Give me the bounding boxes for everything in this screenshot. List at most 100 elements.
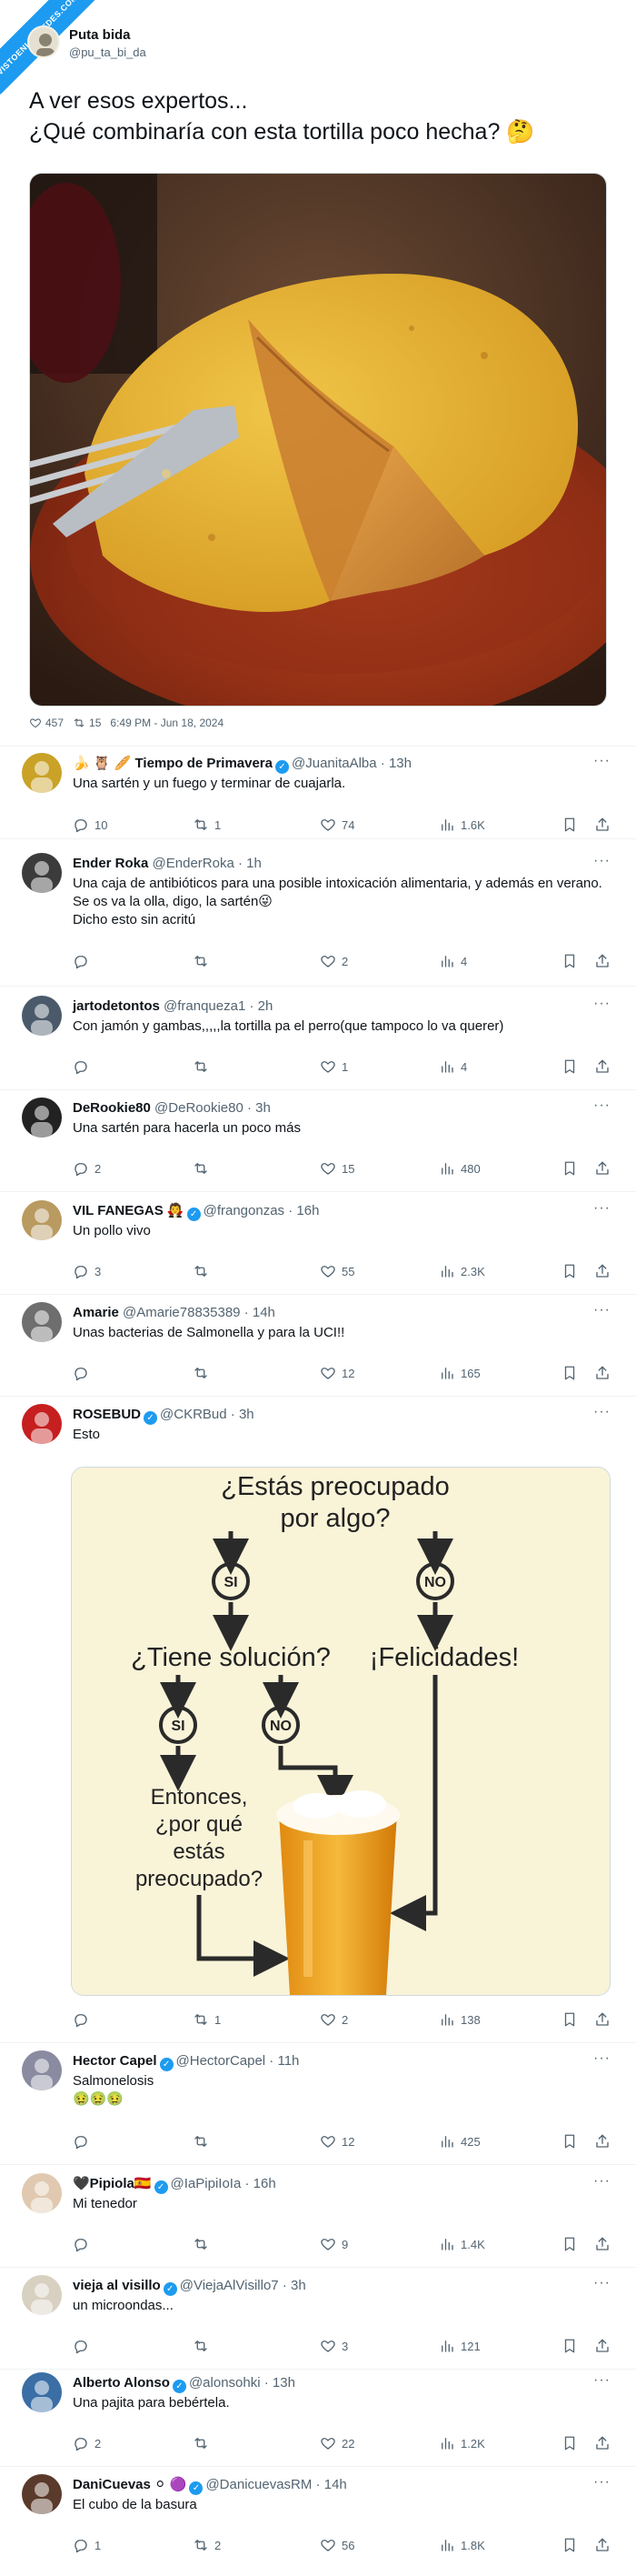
reply-avatar[interactable]: [22, 2173, 62, 2213]
reply-avatar[interactable]: [22, 2275, 62, 2315]
retweet-button[interactable]: 1: [193, 817, 221, 833]
more-options-icon[interactable]: ···: [593, 2474, 611, 2491]
more-options-icon[interactable]: ···: [593, 1302, 611, 1318]
retweet-button[interactable]: [193, 1058, 214, 1075]
views-button[interactable]: 121: [439, 2338, 481, 2354]
more-options-icon[interactable]: ···: [593, 2173, 611, 2190]
reply-author-name[interactable]: Hector Capel: [73, 2053, 157, 2069]
views-button[interactable]: 4: [439, 1058, 467, 1075]
bookmark-button[interactable]: [561, 2133, 578, 2150]
reply-avatar[interactable]: [22, 2050, 62, 2090]
like-button[interactable]: 3: [320, 2338, 348, 2354]
reply-avatar[interactable]: [22, 2474, 62, 2514]
reply-button[interactable]: [73, 953, 94, 969]
like-button[interactable]: 55: [320, 1263, 354, 1279]
reply-author-handle[interactable]: @DeRookie80: [154, 1100, 243, 1116]
like-button[interactable]: 12: [320, 1365, 354, 1381]
reply-avatar[interactable]: [22, 753, 62, 793]
views-button[interactable]: 165: [439, 1365, 481, 1381]
reply-button[interactable]: 2: [73, 1160, 101, 1177]
reply-author-handle[interactable]: @HectorCapel: [176, 2053, 266, 2069]
retweet-button[interactable]: [193, 2435, 214, 2451]
reply-author-handle[interactable]: @ViejaAlVisillo7: [180, 2278, 279, 2293]
share-button[interactable]: [594, 2338, 611, 2354]
reply-image-flowchart[interactable]: ¿Estás preocupado por algo? ¿Tiene soluc…: [71, 1467, 611, 1996]
reply-button[interactable]: 10: [73, 817, 107, 833]
reply-author-name[interactable]: VIL FANEGAS 🧛: [73, 1203, 184, 1218]
bookmark-button[interactable]: [561, 1058, 578, 1075]
more-options-icon[interactable]: ···: [593, 996, 611, 1012]
bookmark-button[interactable]: [561, 953, 578, 969]
reply-time[interactable]: 14h: [324, 2477, 347, 2492]
reply-author-name[interactable]: DaniCuevas ⚪ 🟣: [73, 2477, 186, 2492]
views-button[interactable]: 138: [439, 2011, 481, 2028]
views-button[interactable]: 1.6K: [439, 817, 485, 833]
like-button[interactable]: 15: [320, 1160, 354, 1177]
like-button[interactable]: 2: [320, 2011, 348, 2028]
retweet-button[interactable]: 2: [193, 2537, 221, 2553]
reply-author-handle[interactable]: @franqueza1: [164, 998, 245, 1014]
reply-time[interactable]: 16h: [253, 2176, 276, 2191]
reply-button[interactable]: 2: [73, 2435, 101, 2451]
more-options-icon[interactable]: ···: [593, 2372, 611, 2389]
retweet-button[interactable]: [193, 1160, 214, 1177]
author-avatar[interactable]: [27, 25, 60, 58]
views-button[interactable]: 425: [439, 2133, 481, 2150]
reply-author-handle[interactable]: @CKRBud: [160, 1407, 227, 1422]
views-button[interactable]: 1.2K: [439, 2435, 485, 2451]
like-button[interactable]: 1: [320, 1058, 348, 1075]
share-button[interactable]: [594, 1160, 611, 1177]
like-button[interactable]: 22: [320, 2435, 354, 2451]
reply-avatar[interactable]: [22, 2372, 62, 2412]
reply-time[interactable]: 1h: [246, 856, 262, 871]
reply-time[interactable]: 11h: [277, 2053, 299, 2069]
reply-button[interactable]: [73, 2011, 94, 2028]
likes-count[interactable]: 457: [29, 717, 64, 729]
reply-time[interactable]: 3h: [239, 1407, 254, 1422]
retweet-button[interactable]: [193, 1365, 214, 1381]
reply-author-handle[interactable]: @Amarie78835389: [123, 1305, 240, 1320]
reply-author-handle[interactable]: @DanicuevasRM: [205, 2477, 312, 2492]
retweet-button[interactable]: [193, 2133, 214, 2150]
reply-avatar[interactable]: [22, 853, 62, 893]
more-options-icon[interactable]: ···: [593, 2275, 611, 2291]
more-options-icon[interactable]: ···: [593, 1200, 611, 1217]
reply-author-name[interactable]: vieja al visillo: [73, 2278, 161, 2293]
share-button[interactable]: [594, 953, 611, 969]
share-button[interactable]: [594, 2133, 611, 2150]
reply-time[interactable]: 13h: [273, 2375, 295, 2391]
reply-time[interactable]: 13h: [389, 756, 412, 771]
reply-time[interactable]: 3h: [255, 1100, 271, 1116]
like-button[interactable]: 56: [320, 2537, 354, 2553]
tortilla-photo[interactable]: [29, 173, 607, 707]
reply-avatar[interactable]: [22, 1302, 62, 1342]
share-button[interactable]: [594, 1263, 611, 1279]
share-button[interactable]: [594, 2435, 611, 2451]
share-button[interactable]: [594, 2537, 611, 2553]
reply-author-name[interactable]: Ender Roka: [73, 856, 148, 871]
reply-author-handle[interactable]: @EnderRoka: [153, 856, 234, 871]
bookmark-button[interactable]: [561, 2338, 578, 2354]
reply-time[interactable]: 2h: [258, 998, 273, 1014]
reply-button[interactable]: [73, 2338, 94, 2354]
more-options-icon[interactable]: ···: [593, 753, 611, 769]
share-button[interactable]: [594, 817, 611, 833]
reply-avatar[interactable]: [22, 1404, 62, 1444]
retweet-button[interactable]: [193, 2236, 214, 2252]
more-options-icon[interactable]: ···: [593, 1404, 611, 1420]
like-button[interactable]: 12: [320, 2133, 354, 2150]
reply-author-name[interactable]: 🍌 🦉 🥖 Tiempo de Primavera: [73, 756, 273, 771]
retweet-button[interactable]: [193, 1263, 214, 1279]
reply-author-name[interactable]: Alberto Alonso: [73, 2375, 170, 2391]
reply-author-handle[interactable]: @alonsohki: [189, 2375, 261, 2391]
bookmark-button[interactable]: [561, 2236, 578, 2252]
reply-avatar[interactable]: [22, 1098, 62, 1138]
bookmark-button[interactable]: [561, 1365, 578, 1381]
share-button[interactable]: [594, 2011, 611, 2028]
author-handle[interactable]: @pu_ta_bi_da: [69, 45, 146, 59]
reply-author-handle[interactable]: @JuanitaAlba: [292, 756, 377, 771]
share-button[interactable]: [594, 2236, 611, 2252]
reply-author-name[interactable]: DeRookie80: [73, 1100, 151, 1116]
views-button[interactable]: 4: [439, 953, 467, 969]
reply-avatar[interactable]: [22, 1200, 62, 1240]
